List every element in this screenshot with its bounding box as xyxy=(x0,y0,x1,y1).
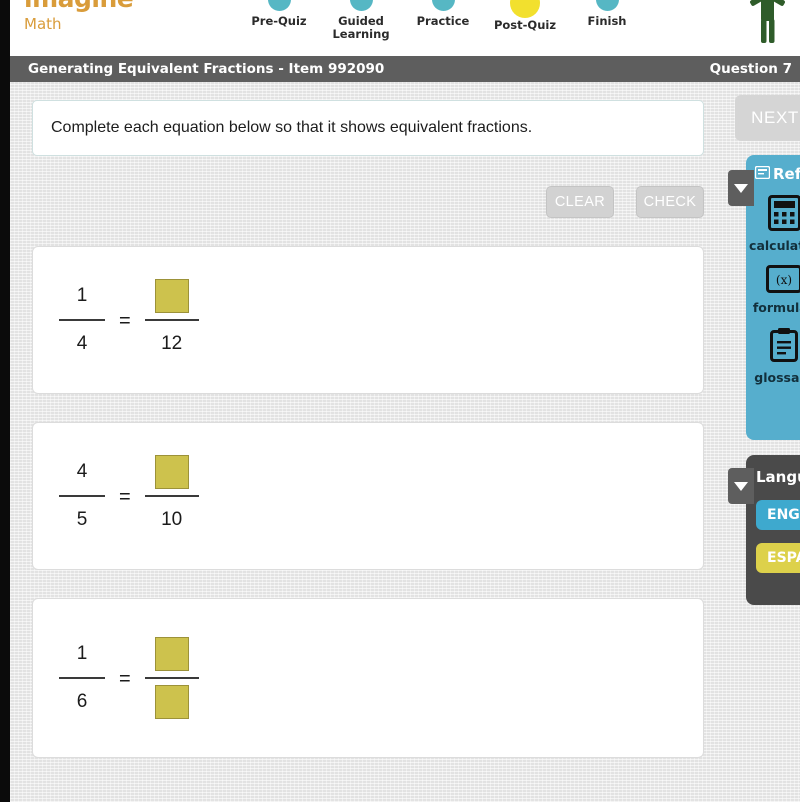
numerator-slot xyxy=(154,634,189,674)
step-post-quiz[interactable]: Post-Quiz xyxy=(484,0,566,32)
answer-actions: CLEAR CHECK xyxy=(546,186,704,218)
fraction-right xyxy=(141,634,203,722)
step-practice[interactable]: Practice xyxy=(402,0,484,28)
step-pre-quiz[interactable]: Pre-Quiz xyxy=(238,0,320,28)
reference-panel-toggle[interactable] xyxy=(728,170,754,206)
language-option-spanish[interactable]: ESPAÑOL xyxy=(756,543,800,573)
fraction-bar xyxy=(59,319,105,321)
step-dot-current-icon xyxy=(510,0,540,18)
reference-item-calculator[interactable]: calculator xyxy=(746,195,800,253)
step-dot-icon xyxy=(349,0,373,11)
clear-button[interactable]: CLEAR xyxy=(546,186,614,218)
step-label: Practice xyxy=(416,14,470,28)
numerator-slot xyxy=(154,452,189,492)
svg-text:(x): (x) xyxy=(776,273,792,287)
fraction-left: 1 4 xyxy=(55,276,109,364)
step-guided-learning[interactable]: Guided Learning xyxy=(320,0,402,41)
fraction-right: 10 xyxy=(141,452,203,540)
step-label: Pre-Quiz xyxy=(251,14,307,28)
step-dot-icon xyxy=(595,0,619,11)
numerator: 1 xyxy=(76,285,88,306)
fraction-bar xyxy=(59,677,105,679)
logo-secondary-text: Math xyxy=(24,15,62,33)
calculator-icon xyxy=(767,195,800,236)
equals-sign: = xyxy=(119,667,131,690)
language-panel: Language ENGLISH ESPAÑOL xyxy=(746,455,800,605)
reference-item-formulas[interactable]: (x) formulas xyxy=(746,265,800,315)
answer-input-box[interactable] xyxy=(154,455,189,489)
fraction-bar xyxy=(59,495,105,497)
fraction-left: 4 5 xyxy=(55,452,109,540)
mascot-figure-icon xyxy=(740,0,792,48)
equation-card: 4 5 = 10 xyxy=(32,422,704,570)
imagine-math-logo: imagine Math xyxy=(24,0,134,33)
denominator: 10 xyxy=(161,509,183,530)
left-edge-gutter xyxy=(0,0,10,802)
language-panel-toggle[interactable] xyxy=(728,468,754,504)
numerator-slot xyxy=(154,276,189,316)
lesson-progress-stepper: Pre-Quiz Guided Learning Practice Post-Q… xyxy=(238,0,648,41)
logo-primary-text: imagine xyxy=(24,0,134,11)
app-header: imagine Math Pre-Quiz Guided Learning Pr… xyxy=(10,0,800,56)
answer-input-box[interactable] xyxy=(154,279,189,313)
question-content-area: Complete each equation below so that it … xyxy=(10,82,800,802)
reference-item-label: calculator xyxy=(749,238,800,253)
check-button[interactable]: CHECK xyxy=(636,186,704,218)
fraction-left: 1 6 xyxy=(55,634,109,722)
lesson-title-bar: Generating Equivalent Fractions - Item 9… xyxy=(10,56,800,82)
question-counter: Question 7 xyxy=(709,61,792,77)
language-panel-title: Language xyxy=(756,468,800,486)
equation-card: 1 4 = 12 xyxy=(32,246,704,394)
step-label: Finish xyxy=(587,14,627,28)
step-label: Guided Learning xyxy=(332,14,390,41)
answer-input-box[interactable] xyxy=(154,637,189,671)
glossary-icon xyxy=(769,327,799,368)
step-dot-icon xyxy=(267,0,291,11)
equation-row: 1 6 = xyxy=(55,599,203,757)
denominator: 4 xyxy=(76,333,88,354)
step-dot-icon xyxy=(431,0,455,11)
instruction-text: Complete each equation below so that it … xyxy=(51,119,533,136)
equation-row: 4 5 = 10 xyxy=(55,423,203,569)
denominator: 5 xyxy=(76,509,88,530)
fraction-bar xyxy=(144,495,199,497)
formulas-icon: (x) xyxy=(766,265,800,298)
lesson-title: Generating Equivalent Fractions - Item 9… xyxy=(28,61,385,77)
reference-panel: Reference calculator (x) formulas xyxy=(746,155,800,440)
denominator-slot xyxy=(154,682,189,722)
equation-row: 1 4 = 12 xyxy=(55,247,203,393)
language-option-english[interactable]: ENGLISH xyxy=(756,500,800,530)
reference-icon xyxy=(754,165,771,183)
fraction-bar xyxy=(144,319,199,321)
reference-item-label: glossary xyxy=(754,370,800,385)
step-label: Post-Quiz xyxy=(493,18,557,32)
numerator: 1 xyxy=(76,643,88,664)
fraction-bar xyxy=(144,677,199,679)
reference-item-glossary[interactable]: glossary xyxy=(746,327,800,385)
reference-panel-header: Reference xyxy=(746,155,800,183)
denominator: 6 xyxy=(76,691,88,712)
numerator: 4 xyxy=(76,461,88,482)
fraction-right: 12 xyxy=(141,276,203,364)
equation-card: 1 6 = xyxy=(32,598,704,758)
denominator: 12 xyxy=(161,333,183,354)
chevron-down-icon xyxy=(734,183,748,193)
equals-sign: = xyxy=(119,309,131,332)
answer-input-box[interactable] xyxy=(154,685,189,719)
chevron-down-icon xyxy=(734,481,748,491)
instruction-panel: Complete each equation below so that it … xyxy=(32,100,704,156)
reference-panel-title: Reference xyxy=(773,165,800,183)
equals-sign: = xyxy=(119,485,131,508)
next-button[interactable]: NEXT xyxy=(735,95,800,141)
reference-item-label: formulas xyxy=(752,300,800,315)
step-finish[interactable]: Finish xyxy=(566,0,648,28)
